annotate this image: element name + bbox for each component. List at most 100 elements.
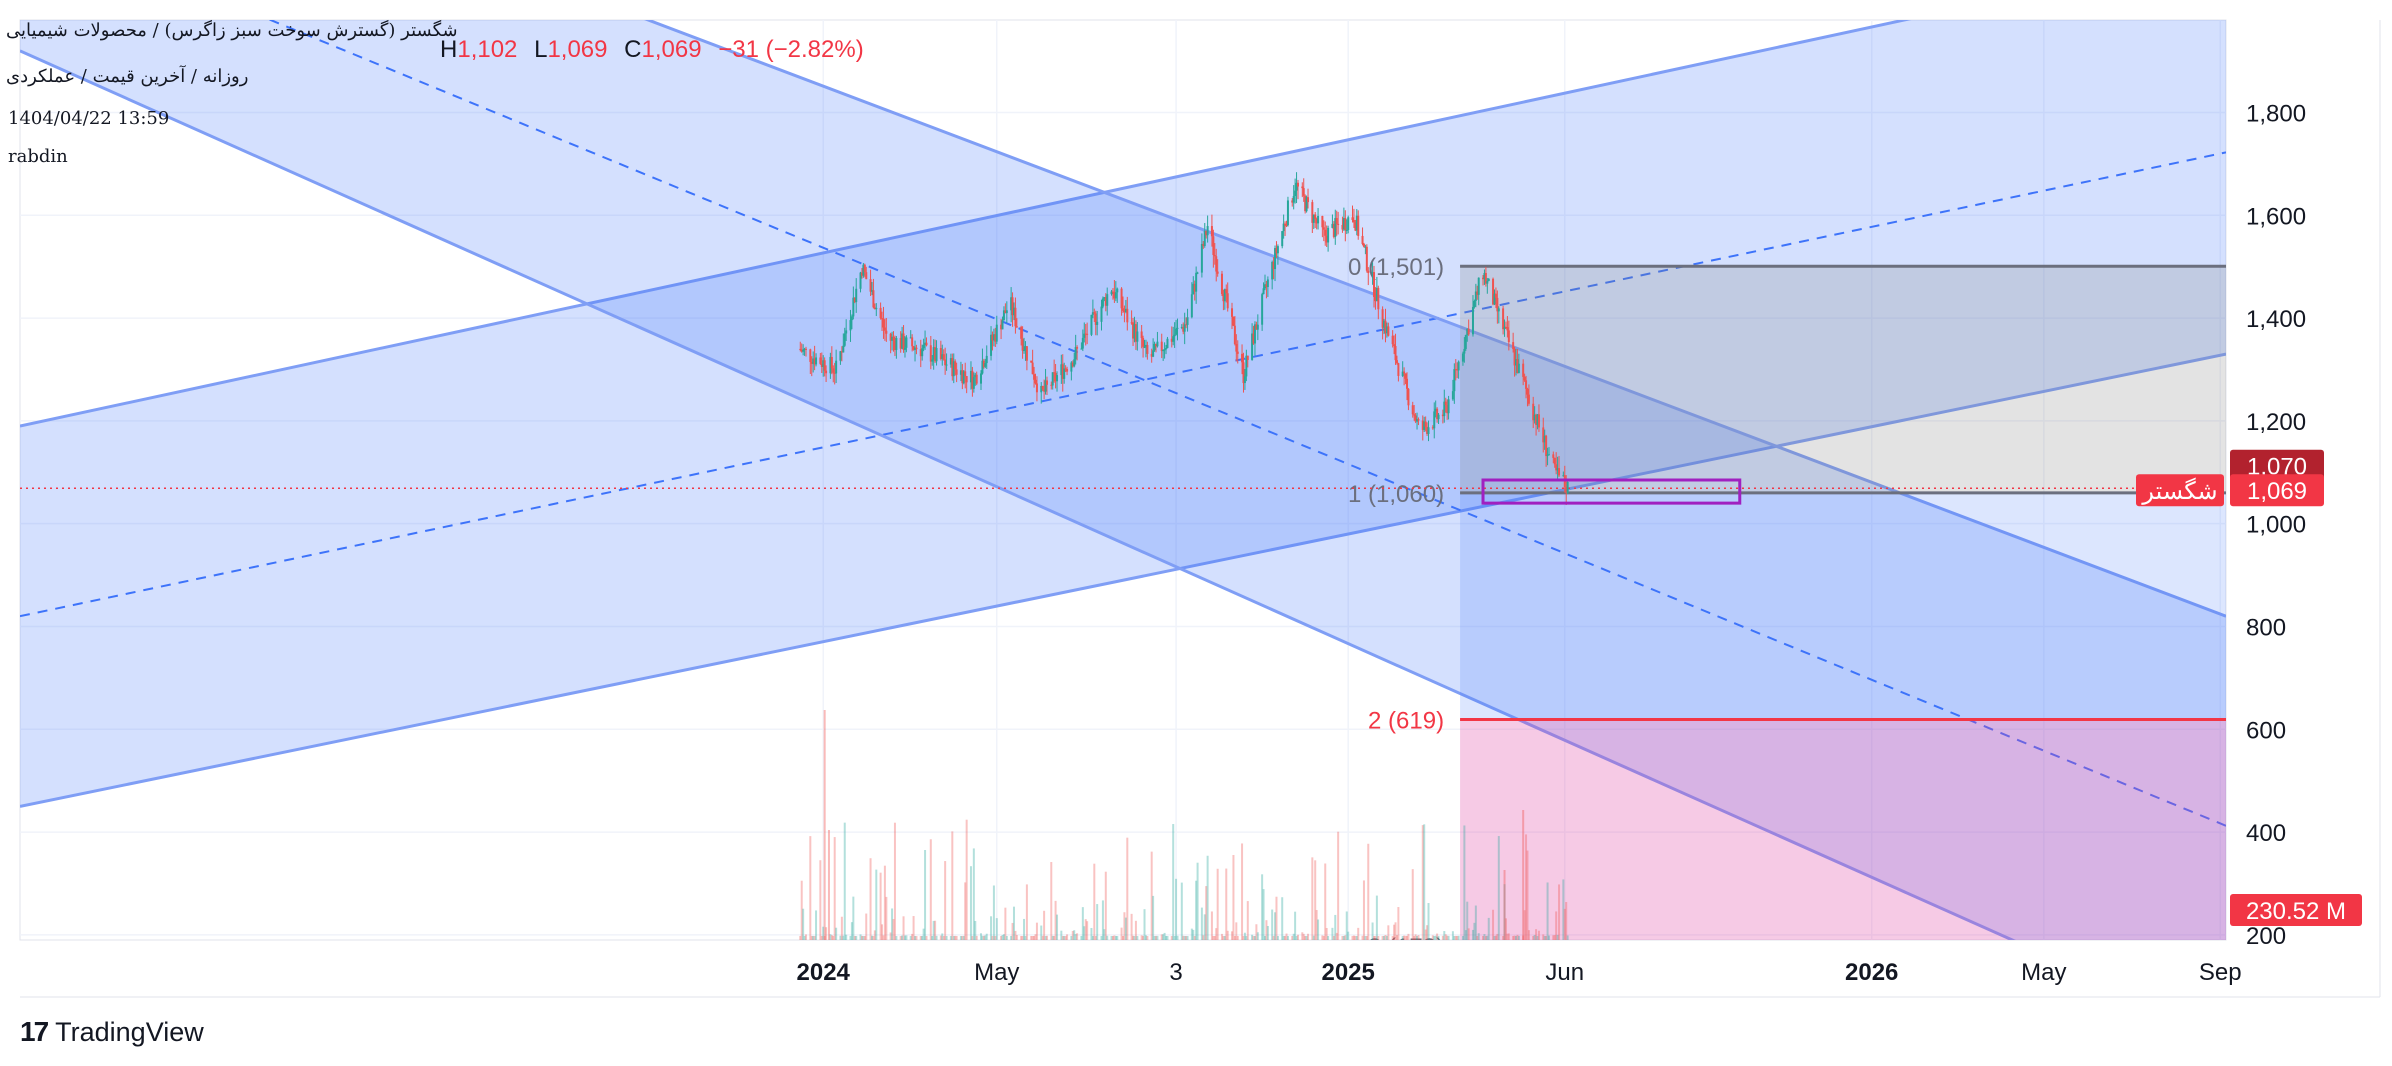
volume-bar xyxy=(1367,843,1370,940)
candle-body xyxy=(1486,280,1489,284)
volume-bar xyxy=(1527,930,1530,940)
volume-bar xyxy=(1397,907,1400,940)
candle-body xyxy=(1213,254,1216,257)
x-tick-label: 3 xyxy=(1169,959,1182,986)
candle-body xyxy=(1160,341,1163,352)
symbol-badge-text: شگستر xyxy=(2141,477,2217,505)
candle-body xyxy=(1101,298,1104,307)
y-tick-label: 1,600 xyxy=(2246,203,2306,230)
candle-body xyxy=(830,356,833,369)
volume-bar xyxy=(1136,935,1139,940)
volume-bar xyxy=(1311,857,1314,940)
candle-body xyxy=(1056,375,1059,382)
candle-body xyxy=(1351,217,1354,220)
candle-body xyxy=(1471,306,1474,335)
candle-body xyxy=(1093,312,1096,314)
candle-body xyxy=(1156,341,1159,347)
volume-bar xyxy=(975,935,978,940)
high-value: 1,102 xyxy=(457,36,518,63)
candle-body xyxy=(1163,349,1166,351)
candle-body xyxy=(1086,333,1089,335)
price-chart[interactable]: 0 (1,501)1 (1,060)2 (619)3 (178) 2004006… xyxy=(0,0,2392,1066)
candle-body xyxy=(1172,336,1175,342)
candle-body xyxy=(1074,347,1077,360)
candle-body xyxy=(1276,246,1279,254)
volume-bar xyxy=(1206,855,1209,940)
candle-body xyxy=(915,347,918,350)
volume-bar xyxy=(1357,927,1360,940)
volume-bar xyxy=(1004,907,1007,940)
candle-body xyxy=(1507,330,1510,343)
candle-body xyxy=(1461,353,1464,362)
candle-body xyxy=(1512,342,1515,350)
volume-bar xyxy=(893,822,896,940)
candle-body xyxy=(1523,376,1526,381)
candle-body xyxy=(1226,293,1229,309)
volume-bar xyxy=(1377,936,1380,940)
candle-body xyxy=(1035,383,1038,393)
candle-body xyxy=(1031,362,1034,375)
volume-bar xyxy=(992,885,995,940)
candle-body xyxy=(1522,363,1525,377)
volume-bar xyxy=(1281,897,1284,940)
candle-body xyxy=(850,316,853,321)
volume-bar xyxy=(1375,895,1378,940)
volume-bar xyxy=(1116,936,1119,940)
candle-body xyxy=(1034,379,1037,384)
volume-bar xyxy=(1175,878,1178,940)
candle-body xyxy=(929,345,932,362)
candle-body xyxy=(825,370,828,374)
volume-bar xyxy=(945,935,948,940)
volume-bar xyxy=(1126,837,1129,940)
candle-body xyxy=(995,324,998,342)
candle-body xyxy=(1220,273,1223,295)
candle-body xyxy=(1566,482,1569,493)
volume-bar xyxy=(1477,933,1480,940)
volume-bar xyxy=(1537,930,1540,940)
volume-bar xyxy=(875,869,878,940)
candle-body xyxy=(1096,321,1099,325)
volume-bar xyxy=(802,908,805,940)
candle-body xyxy=(1302,188,1305,196)
volume-bar xyxy=(1146,935,1149,940)
candle-body xyxy=(1286,200,1289,226)
candle-body xyxy=(1345,230,1348,232)
volume-spike xyxy=(823,710,826,940)
candle-body xyxy=(931,359,934,362)
candle-body xyxy=(1014,307,1017,327)
volume-bar xyxy=(1362,880,1365,940)
candle-body xyxy=(1152,350,1155,357)
volume-bar xyxy=(924,850,927,940)
volume-bar xyxy=(935,935,938,940)
candle-body xyxy=(1142,338,1145,347)
candle-body xyxy=(1261,294,1264,325)
candle-body xyxy=(1015,326,1018,328)
volume-bar xyxy=(1507,933,1510,940)
candle-body xyxy=(1322,227,1325,230)
volume-bar xyxy=(1296,934,1299,940)
candle-body xyxy=(1327,227,1330,243)
volume-bar xyxy=(805,934,808,940)
volume-bar xyxy=(1216,868,1219,940)
candle-body xyxy=(1186,317,1189,325)
candle-body xyxy=(921,348,924,357)
candle-body xyxy=(1411,405,1414,415)
candle-body xyxy=(1196,272,1199,274)
volume-bar xyxy=(885,896,888,940)
candle-body xyxy=(845,330,848,334)
candle-body xyxy=(965,376,968,383)
volume-bar xyxy=(833,837,836,940)
candle-body xyxy=(1106,294,1109,306)
candle-body xyxy=(1417,419,1420,421)
change-value: −31 (−2.82%) xyxy=(718,36,864,63)
candle-body xyxy=(883,327,886,331)
candle-body xyxy=(892,336,895,341)
candle-body xyxy=(1080,348,1083,350)
tradingview-brand[interactable]: 17 TradingView xyxy=(20,1016,204,1048)
fib-label-2: 2 (619) xyxy=(1368,708,1444,735)
candle-body xyxy=(1433,411,1436,429)
candle-body xyxy=(839,351,842,361)
candle-body xyxy=(1176,327,1179,329)
candle-body xyxy=(1506,327,1509,331)
candle-body xyxy=(1225,289,1228,294)
